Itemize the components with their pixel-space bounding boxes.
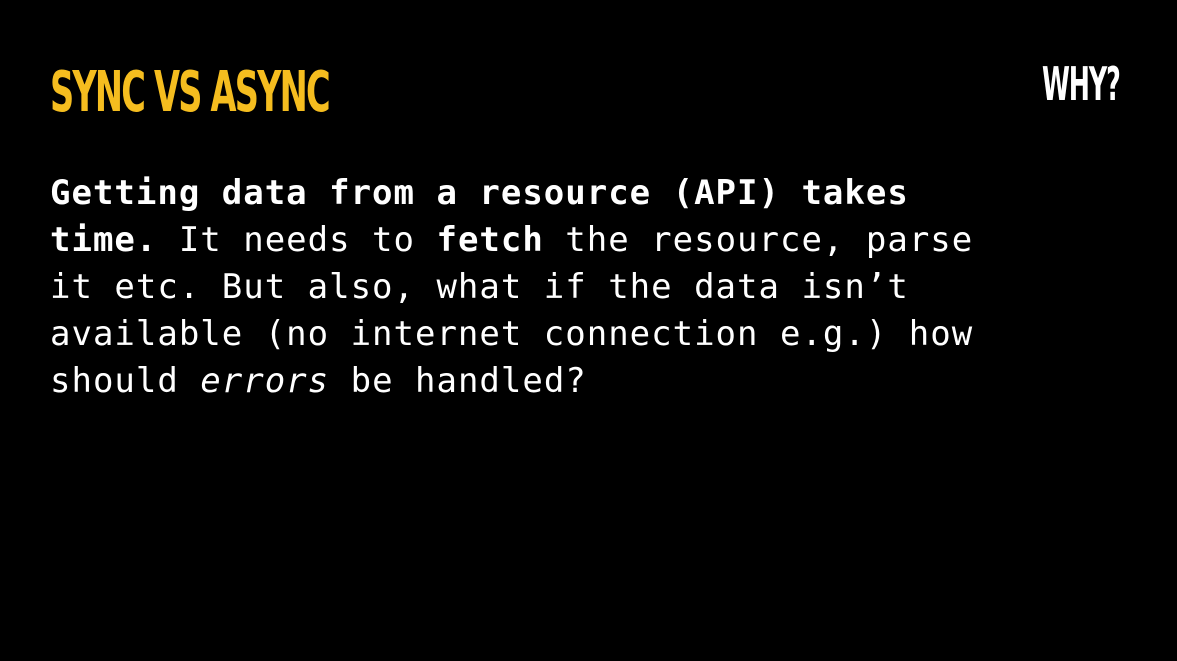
slide-tag: WHY? bbox=[1042, 57, 1121, 111]
body-line-5-italic-errors: errors bbox=[200, 361, 330, 401]
body-line-4-text: available (no internet connection e.g.) … bbox=[50, 314, 974, 354]
body-line-5-text-b: be handled? bbox=[329, 361, 587, 401]
body-line-3: it etc. But also, what if the data isn’t bbox=[50, 264, 1130, 311]
body-line-1-bold: Getting data from a resource (API) takes bbox=[50, 173, 909, 213]
slide-title: SYNC VS ASYNC bbox=[50, 60, 331, 125]
body-line-2: time. It needs to fetch the resource, pa… bbox=[50, 217, 1130, 264]
body-line-2-text-b: the resource, parse bbox=[543, 220, 974, 260]
slide: SYNC VS ASYNC WHY? Getting data from a r… bbox=[0, 0, 1177, 661]
body-line-5: should errors be handled? bbox=[50, 358, 1130, 405]
body-line-4: available (no internet connection e.g.) … bbox=[50, 311, 1130, 358]
body-line-1: Getting data from a resource (API) takes bbox=[50, 170, 1130, 217]
body-line-2-bold-time: time. bbox=[50, 220, 158, 260]
body-line-2-bold-fetch: fetch bbox=[436, 220, 544, 260]
body-line-3-text: it etc. But also, what if the data isn’t bbox=[50, 267, 909, 307]
body-line-2-text-a: It needs to bbox=[157, 220, 437, 260]
slide-body: Getting data from a resource (API) takes… bbox=[50, 170, 1130, 405]
body-line-5-text-a: should bbox=[50, 361, 201, 401]
